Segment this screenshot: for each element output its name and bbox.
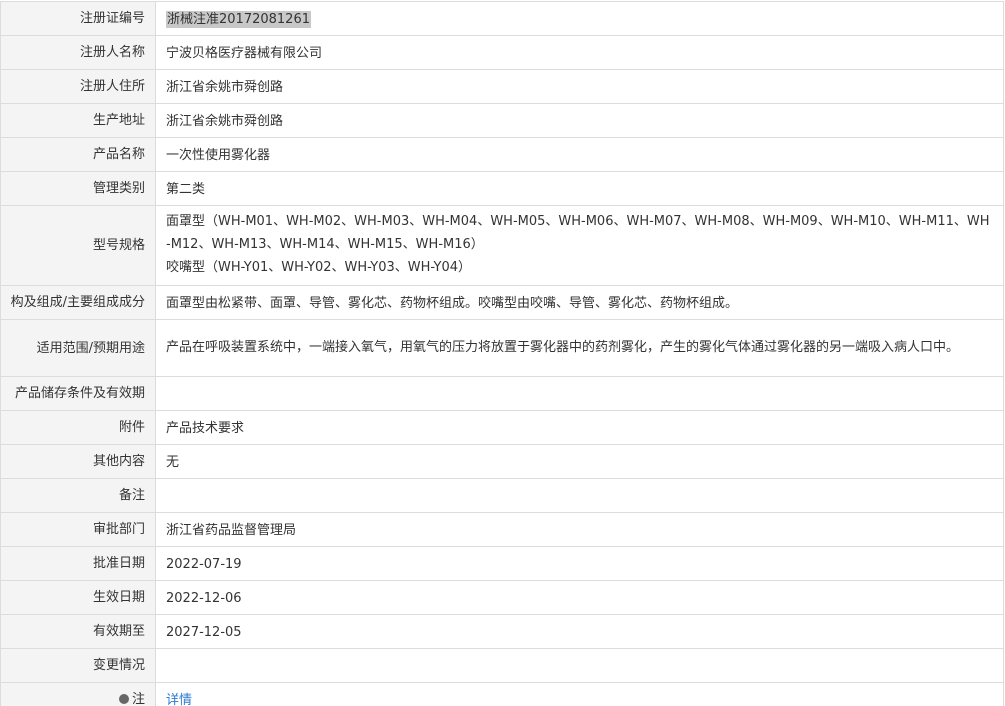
table-row-production-address: 生产地址 浙江省余姚市舜创路	[0, 103, 1004, 138]
row-label: 注册人名称	[0, 35, 156, 70]
row-value: 详情	[155, 682, 1004, 706]
row-value: 2022-12-06	[155, 580, 1004, 615]
row-value: 浙江省余姚市舜创路	[155, 103, 1004, 138]
row-label: 附件	[0, 410, 156, 445]
row-label: 产品名称	[0, 137, 156, 172]
row-value: 浙江省药品监督管理局	[155, 512, 1004, 547]
registration-number-value[interactable]: 浙械注准20172081261	[166, 10, 311, 28]
row-value	[155, 648, 1004, 683]
row-value: 面罩型由松紧带、面罩、导管、雾化芯、药物杯组成。咬嘴型由咬嘴、导管、雾化芯、药物…	[155, 285, 1004, 320]
row-label: 批准日期	[0, 546, 156, 581]
row-value: 无	[155, 444, 1004, 479]
row-label: 有效期至	[0, 614, 156, 649]
table-row-registrant-address: 注册人住所 浙江省余姚市舜创路	[0, 69, 1004, 104]
model-spec-mask-type: 面罩型（WH-M01、WH-M02、WH-M03、WH-M04、WH-M05、W…	[166, 214, 990, 252]
row-value	[155, 376, 1004, 411]
row-value: 一次性使用雾化器	[155, 137, 1004, 172]
details-link[interactable]: 详情	[166, 693, 192, 706]
table-row-intended-use: 适用范围/预期用途 产品在呼吸装置系统中，一端接入氧气，用氧气的压力将放置于雾化…	[0, 319, 1004, 377]
row-value: 面罩型（WH-M01、WH-M02、WH-M03、WH-M04、WH-M05、W…	[155, 205, 1004, 286]
table-row-remarks: 备注	[0, 478, 1004, 513]
row-value: 产品技术要求	[155, 410, 1004, 445]
registration-detail-table: 注册证编号 浙械注准20172081261 注册人名称 宁波贝格医疗器械有限公司…	[0, 1, 1004, 706]
row-label: 审批部门	[0, 512, 156, 547]
table-row-approval-department: 审批部门 浙江省药品监督管理局	[0, 512, 1004, 547]
table-row-effective-date: 生效日期 2022-12-06	[0, 580, 1004, 615]
row-value: 宁波贝格医疗器械有限公司	[155, 35, 1004, 70]
table-row-management-category: 管理类别 第二类	[0, 171, 1004, 206]
row-value: 2022-07-19	[155, 546, 1004, 581]
table-row-attachment: 附件 产品技术要求	[0, 410, 1004, 445]
row-value: 浙江省余姚市舜创路	[155, 69, 1004, 104]
row-label: 注	[0, 682, 156, 706]
row-label: 其他内容	[0, 444, 156, 479]
table-row-change-status: 变更情况	[0, 648, 1004, 683]
info-dot-icon	[118, 694, 129, 704]
row-label: 产品储存条件及有效期	[0, 376, 156, 411]
row-label: 变更情况	[0, 648, 156, 683]
row-label: 生效日期	[0, 580, 156, 615]
table-row-model-spec: 型号规格 面罩型（WH-M01、WH-M02、WH-M03、WH-M04、WH-…	[0, 205, 1004, 286]
table-row-registrant-name: 注册人名称 宁波贝格医疗器械有限公司	[0, 35, 1004, 70]
row-value: 第二类	[155, 171, 1004, 206]
note-label: 注	[131, 692, 145, 706]
row-label: 注册证编号	[0, 1, 156, 36]
row-label: 管理类别	[0, 171, 156, 206]
table-row-structure-composition: 构及组成/主要组成成分 面罩型由松紧带、面罩、导管、雾化芯、药物杯组成。咬嘴型由…	[0, 285, 1004, 320]
registration-detail-page: 注册证编号 浙械注准20172081261 注册人名称 宁波贝格医疗器械有限公司…	[0, 0, 1005, 706]
row-label: 备注	[0, 478, 156, 513]
row-label: 注册人住所	[0, 69, 156, 104]
table-row-product-name: 产品名称 一次性使用雾化器	[0, 137, 1004, 172]
row-label: 适用范围/预期用途	[0, 319, 156, 377]
table-row-note: 注 详情	[0, 682, 1004, 706]
structure-composition-label: 构及组成/主要组成成分	[10, 295, 145, 310]
table-row-other-content: 其他内容 无	[0, 444, 1004, 479]
row-value: 浙械注准20172081261	[155, 1, 1004, 36]
row-value: 产品在呼吸装置系统中，一端接入氧气，用氧气的压力将放置于雾化器中的药剂雾化，产生…	[155, 319, 1004, 377]
row-value: 2027-12-05	[155, 614, 1004, 649]
table-row-approval-date: 批准日期 2022-07-19	[0, 546, 1004, 581]
model-spec-mouthpiece-type: 咬嘴型（WH-Y01、WH-Y02、WH-Y03、WH-Y04）	[166, 260, 472, 275]
row-label: 生产地址	[0, 103, 156, 138]
table-row-registration-number: 注册证编号 浙械注准20172081261	[0, 1, 1004, 36]
table-row-valid-until: 有效期至 2027-12-05	[0, 614, 1004, 649]
table-row-storage-validity: 产品储存条件及有效期	[0, 376, 1004, 411]
row-value	[155, 478, 1004, 513]
row-label: 构及组成/主要组成成分	[0, 285, 156, 320]
row-label: 型号规格	[0, 205, 156, 286]
